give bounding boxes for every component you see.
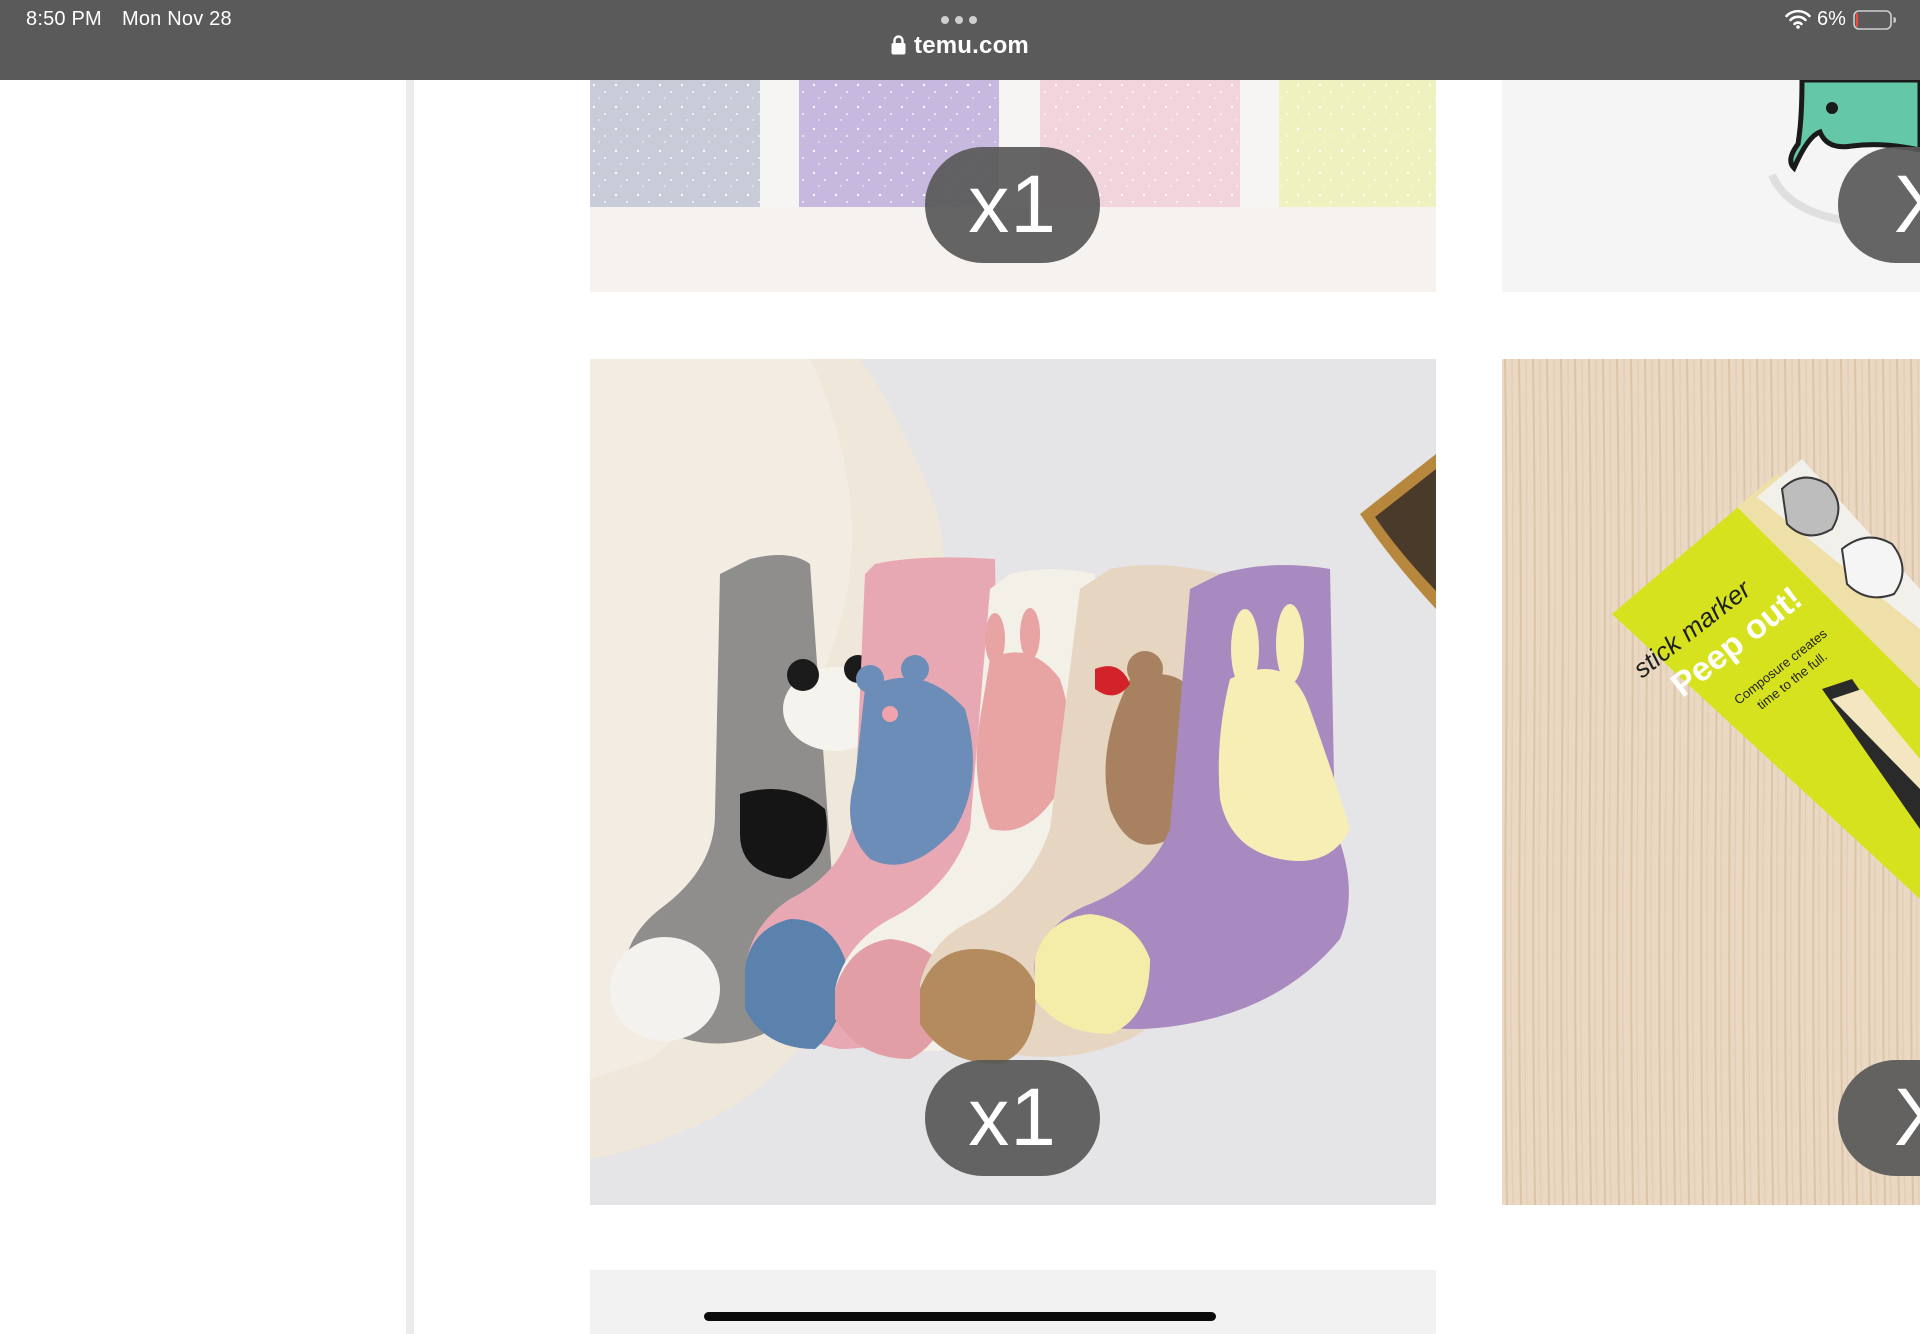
status-time: 8:50 PM	[26, 8, 102, 30]
url-bar[interactable]: temu.com	[0, 32, 1920, 60]
sidebar-divider	[406, 80, 414, 1334]
product-card-swatches[interactable]: x1	[590, 80, 1436, 292]
lock-icon	[891, 35, 906, 55]
wifi-icon	[1785, 9, 1811, 29]
screen: 8:50 PM Mon Nov 28 temu.com 6% x1 x1 sti…	[0, 0, 1920, 1334]
product-card-character[interactable]: X	[1502, 80, 1920, 292]
battery-percent: 6%	[1817, 8, 1846, 30]
browser-status-bar: 8:50 PM Mon Nov 28 temu.com 6%	[0, 0, 1920, 80]
quantity-badge: x1	[925, 1060, 1100, 1176]
product-card-next[interactable]	[590, 1270, 1436, 1334]
status-date: Mon Nov 28	[122, 8, 232, 30]
quantity-badge: x1	[925, 147, 1100, 263]
product-card-socks[interactable]: x1	[590, 359, 1436, 1205]
url-text: temu.com	[914, 32, 1029, 59]
battery-icon	[1853, 10, 1896, 30]
product-card-sticky-notes[interactable]: stick marker Peep out! Composure creates…	[1502, 359, 1920, 1205]
home-indicator[interactable]	[704, 1312, 1216, 1321]
more-dots-icon[interactable]	[941, 14, 977, 26]
